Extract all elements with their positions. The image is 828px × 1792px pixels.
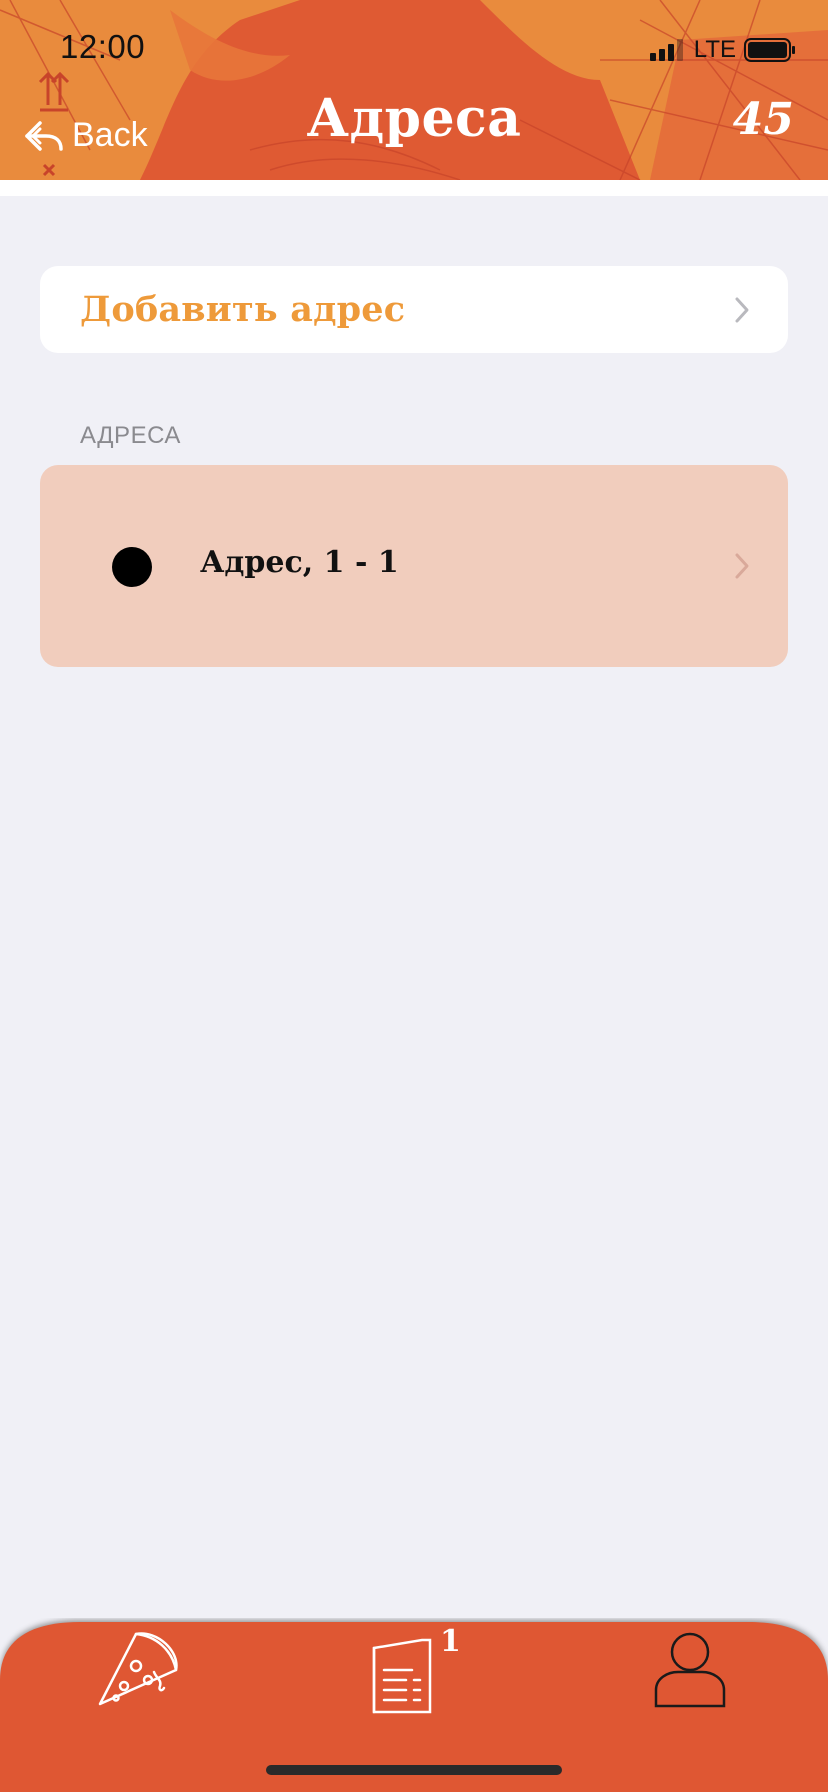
chevron-right-icon	[735, 297, 749, 322]
tab-orders[interactable]	[370, 1638, 434, 1720]
header-count: 45	[732, 94, 794, 145]
signal-icon	[649, 39, 683, 61]
profile-icon	[654, 1632, 726, 1708]
addresses-section-header: АДРЕСА	[80, 422, 181, 449]
status-time: 12:00	[60, 28, 146, 65]
pizza-icon	[98, 1632, 178, 1706]
address-list-item[interactable]: Адрес, 1 - 1	[40, 465, 788, 667]
header: 12:00 LTE Back Адреса 45	[0, 0, 828, 180]
network-type-label: LTE	[693, 36, 736, 63]
address-label: Адрес, 1 - 1	[200, 545, 399, 580]
tab-profile[interactable]	[654, 1630, 726, 1714]
add-address-label: Добавить адрес	[80, 289, 406, 330]
status-indicators: LTE	[649, 36, 796, 64]
orders-badge: 1	[440, 1624, 461, 1659]
add-address-button[interactable]: Добавить адрес	[40, 266, 788, 353]
chevron-right-icon	[735, 553, 749, 579]
page-title: Адреса	[306, 88, 522, 149]
selected-indicator-icon	[112, 547, 152, 587]
tab-menu[interactable]	[96, 1626, 180, 1714]
battery-icon	[744, 38, 795, 62]
header-divider	[0, 180, 828, 196]
home-indicator	[266, 1765, 562, 1775]
orders-icon	[372, 1638, 432, 1714]
